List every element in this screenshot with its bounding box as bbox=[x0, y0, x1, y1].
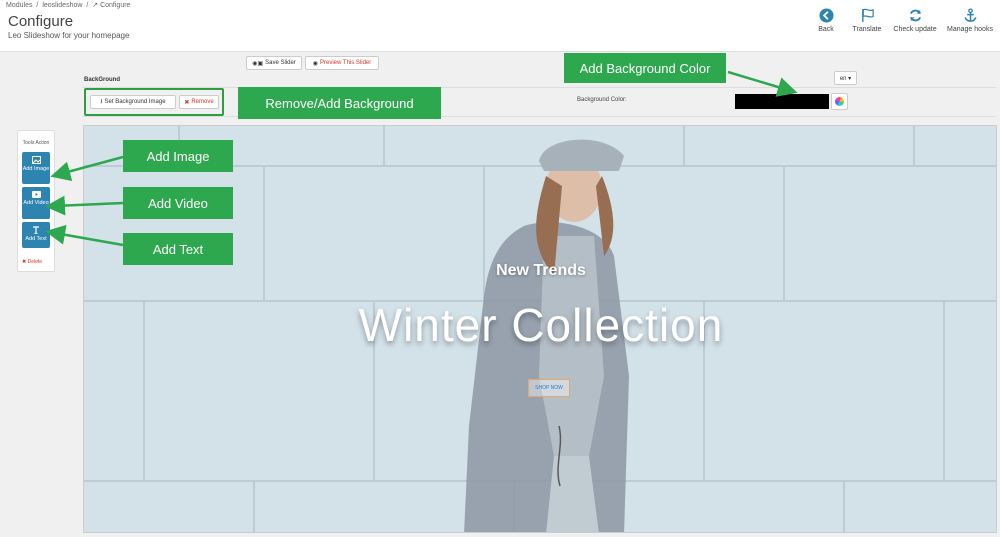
callout-add-image: Add Image bbox=[123, 140, 233, 172]
callout-add-background-color: Add Background Color bbox=[564, 53, 726, 83]
arrow-add-video bbox=[45, 195, 124, 216]
arrow-add-text bbox=[45, 224, 124, 247]
callout-remove-add-background: Remove/Add Background bbox=[238, 87, 441, 119]
arrow-add-background-color bbox=[727, 70, 798, 97]
callout-add-text: Add Text bbox=[123, 233, 233, 265]
arrow-add-image bbox=[50, 155, 124, 182]
callout-add-video: Add Video bbox=[123, 187, 233, 219]
annotation-arrows bbox=[45, 70, 798, 247]
